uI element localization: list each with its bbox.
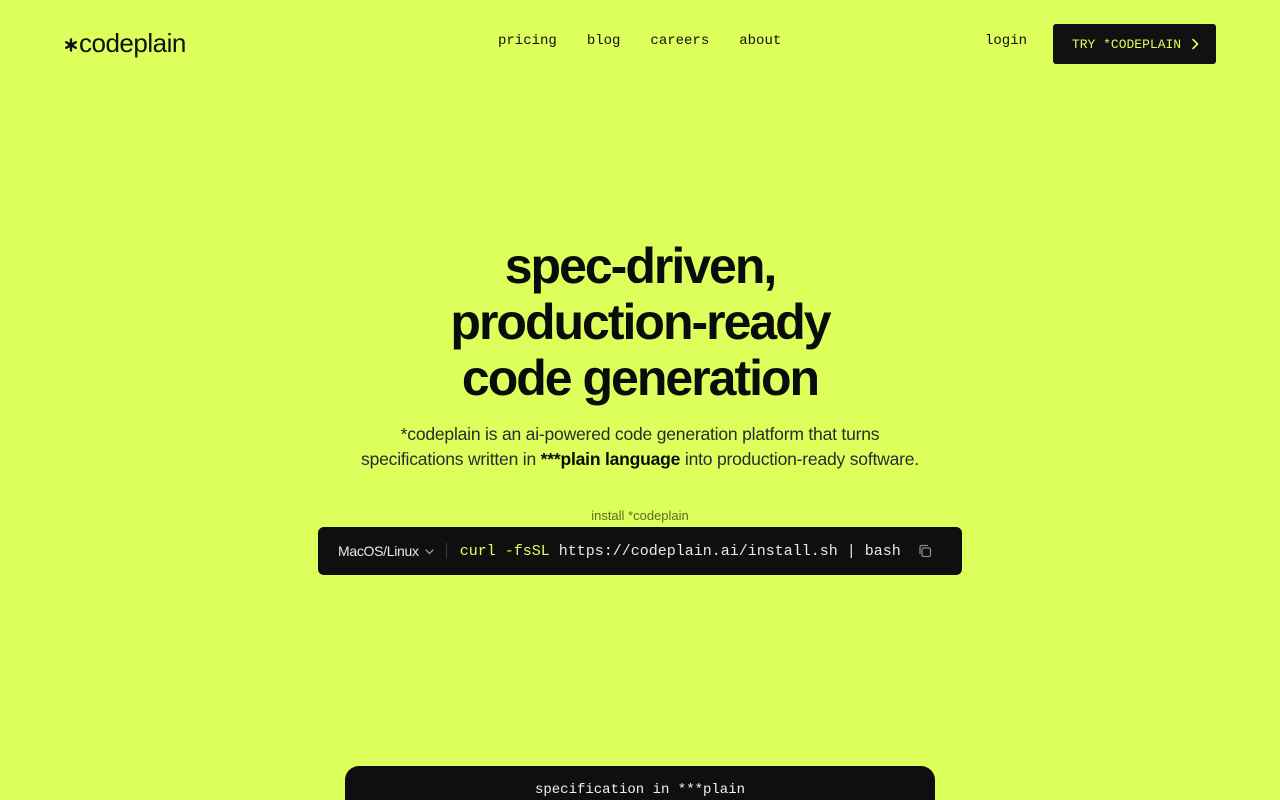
specification-panel-title: specification in ***plain [534,782,746,798]
login-link[interactable]: login [985,33,1027,49]
nav-item-pricing[interactable]: pricing [498,33,557,49]
nav-item-blog[interactable]: blog [587,33,621,49]
asterisk-logo-icon [65,38,78,52]
landing-page: codeplain pricing blog careers about log… [0,0,1280,800]
install-command-box: MacOS/Linux curl -fsSL https://codeplain… [318,527,962,575]
hero-title-line-2: production-ready [450,294,831,350]
install-divider [445,543,447,559]
copy-command-button[interactable] [917,543,933,559]
nav-item-careers[interactable]: careers [650,33,709,49]
hero-title-line-1: spec-driven, [504,238,778,294]
hero-subtitle-bold: ***plain language [540,449,681,469]
site-header: codeplain pricing blog careers about log… [0,0,1280,88]
logo-text: codeplain [79,28,186,58]
try-codeplain-label: TRY *CODEPLAIN [1071,36,1182,52]
os-select-dropdown[interactable]: MacOS/Linux [338,543,434,559]
codeplain-logo[interactable]: codeplain [64,28,186,59]
try-codeplain-button[interactable]: TRY *CODEPLAIN [1053,24,1216,64]
nav-item-about[interactable]: about [739,33,781,49]
os-select-value: MacOS/Linux [338,543,419,559]
install-command[interactable]: curl -fsSL https://codeplain.ai/install.… [460,543,901,560]
install-command-rest: https://codeplain.ai/install.sh | bash [549,542,901,560]
main-nav: pricing blog careers about [498,33,781,49]
install-command-keyword: curl -fsSL [459,542,550,560]
hero-subtitle: *codeplain is an ai-powered code generat… [0,422,1280,472]
hero-title-line-3: code generation [461,350,820,406]
hero-subtitle-line-2b: into production-ready software. [680,449,919,469]
hero-subtitle-line-2a: specifications written in [361,449,541,469]
hero-title: spec-driven, production-ready code gener… [0,238,1280,406]
chevron-right-icon [1192,38,1199,50]
copy-icon [919,544,931,558]
install-label: install *codeplain [591,508,689,523]
chevron-down-icon [425,548,434,554]
hero-subtitle-line-1: *codeplain is an ai-powered code generat… [400,424,880,444]
specification-panel: specification in ***plain [345,766,935,800]
